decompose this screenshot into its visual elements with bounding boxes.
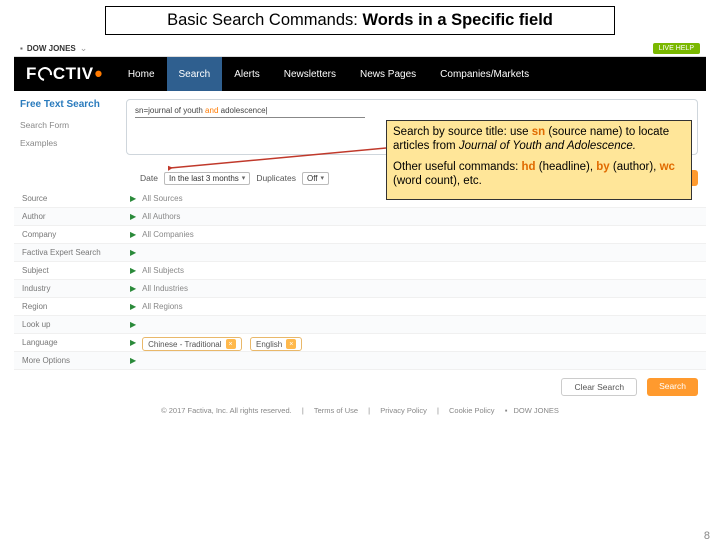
search-sidebar: Free Text Search Search Form Examples [14,91,126,156]
nav-companies-markets[interactable]: Companies/Markets [428,57,541,91]
slide-title-prefix: Basic Search Commands: [167,11,362,29]
browser-top-bar: ▪ DOW JONES ⌄ LIVE HELP [14,41,706,57]
search-button-bottom[interactable]: Search [647,378,698,396]
annotation-callout: Search by source title: use sn (source n… [386,120,692,200]
nav-newsletters[interactable]: Newsletters [272,57,348,91]
filter-expert-search[interactable]: Factiva Expert Search▶ [14,244,706,262]
nav-search[interactable]: Search [167,57,223,91]
footer-dowjones: DOW JONES [513,406,558,415]
triangle-icon: ▶ [130,320,136,329]
slide-page-number: 8 [704,530,710,542]
filter-industry[interactable]: Industry▶All Industries [14,280,706,298]
slide-title-emph: Words in a Specific field [362,11,552,29]
filter-region[interactable]: Region▶All Regions [14,298,706,316]
triangle-icon: ▶ [130,356,136,365]
annotation-arrow [168,146,388,186]
nav-alerts[interactable]: Alerts [222,57,272,91]
dowjones-label: DOW JONES [27,44,76,53]
slide-title: Basic Search Commands: Words in a Specif… [105,6,615,35]
lang-chip-chinese: Chinese - Traditional× [142,337,241,351]
filter-more-options[interactable]: More Options▶ [14,352,706,370]
triangle-icon: ▶ [130,302,136,311]
footer-cookie[interactable]: Cookie Policy [449,406,494,415]
browser-screenshot: ▪ DOW JONES ⌄ LIVE HELP FCTIV• Home Sear… [14,41,706,417]
filter-lookup[interactable]: Look up▶ [14,316,706,334]
footer-terms[interactable]: Terms of Use [314,406,358,415]
close-icon[interactable]: × [226,339,236,349]
free-text-search-label: Free Text Search [20,99,120,110]
filter-list: Source▶All Sources Author▶All Authors Co… [14,190,706,370]
square-icon: ▪ [20,44,23,53]
triangle-icon: ▶ [130,284,136,293]
triangle-icon: ▶ [130,230,136,239]
triangle-icon: ▶ [130,338,136,347]
sidebar-search-form[interactable]: Search Form [20,120,120,130]
footer-privacy[interactable]: Privacy Policy [380,406,427,415]
main-nav: FCTIV• Home Search Alerts Newsletters Ne… [14,57,706,91]
footer-copyright: © 2017 Factiva, Inc. All rights reserved… [161,406,292,415]
lang-chip-english: English× [250,337,302,351]
chevron-down-icon[interactable]: ⌄ [80,43,88,54]
date-label: Date [140,173,158,183]
factiva-logo[interactable]: FCTIV• [14,57,116,91]
triangle-icon: ▶ [130,266,136,275]
sidebar-examples[interactable]: Examples [20,138,120,148]
triangle-icon: ▶ [130,212,136,221]
filter-language[interactable]: Language▶ Chinese - Traditional× English… [14,334,706,352]
footer: © 2017 Factiva, Inc. All rights reserved… [14,402,706,417]
filter-author[interactable]: Author▶All Authors [14,208,706,226]
search-input-text[interactable]: sn=journal of youth and adolescence| [135,106,689,118]
live-help-button[interactable]: LIVE HELP [653,43,700,54]
filter-company[interactable]: Company▶All Companies [14,226,706,244]
nav-home[interactable]: Home [116,57,167,91]
filter-subject[interactable]: Subject▶All Subjects [14,262,706,280]
bottom-button-row: Clear Search Search [14,370,706,402]
triangle-icon: ▶ [130,248,136,257]
nav-news-pages[interactable]: News Pages [348,57,428,91]
triangle-icon: ▶ [130,194,136,203]
clear-search-button[interactable]: Clear Search [561,378,637,396]
close-icon[interactable]: × [286,339,296,349]
